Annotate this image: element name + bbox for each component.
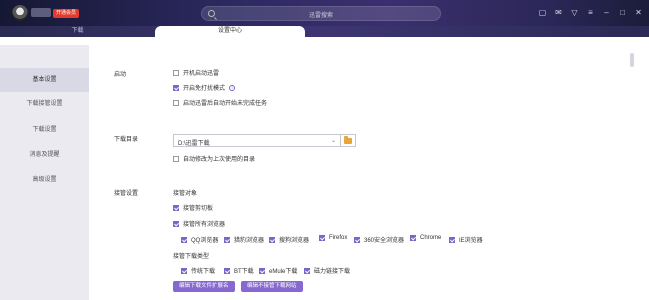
checkbox-label: 搜狗浏览器	[279, 238, 310, 244]
checkbox-browser-ie[interactable]: IE浏览器	[449, 235, 483, 244]
section-takeover-label: 接管设置	[114, 191, 139, 197]
download-dir-select[interactable]: D:\迅雷下载 ⌄	[173, 134, 341, 147]
checkbox-label: Firefox	[329, 235, 348, 241]
section-download-dir-label: 下载目录	[114, 137, 139, 143]
checkbox-box[interactable]	[410, 235, 416, 241]
takeover-targets-heading: 接管对象	[173, 191, 198, 197]
checkbox-box[interactable]	[259, 267, 265, 274]
checkbox-browser-qq[interactable]: QQ浏览器	[181, 235, 218, 244]
checkbox-box[interactable]	[173, 99, 179, 106]
checkbox-box[interactable]	[269, 236, 275, 243]
checkbox-label: 磁力链接下载	[314, 269, 351, 275]
sidebar-item-takeover[interactable]: 下载接管设置	[0, 92, 89, 116]
settings-content: 启动 开机启动迅雷 开启免打扰模式 i 启动迅雷后自动开始未完成任务 下载目录 …	[89, 37, 637, 300]
checkbox-browser-sogou[interactable]: 搜狗浏览器	[269, 235, 309, 244]
checkbox-label: eMule下载	[269, 269, 298, 275]
checkbox-label: 启动迅雷后自动开始未完成任务	[183, 101, 268, 107]
download-dir-value: D:\迅雷下载	[178, 141, 210, 147]
checkbox-type-emule[interactable]: eMule下载	[259, 266, 297, 275]
section-startup-label: 启动	[114, 72, 127, 78]
scrollbar[interactable]	[630, 43, 634, 293]
tab-settings[interactable]: 设置中心	[155, 26, 305, 37]
checkbox-browser-liebao[interactable]: 猎豹浏览器	[224, 235, 264, 244]
checkbox-box[interactable]	[173, 84, 179, 91]
checkbox-autostart[interactable]: 开机启动迅雷	[173, 68, 219, 77]
checkbox-browser-firefox[interactable]: Firefox	[319, 235, 347, 241]
edit-extensions-button[interactable]: 编辑下载文件扩展名	[173, 281, 235, 292]
checkbox-use-last-dir[interactable]: 自动修改为上次使用的目录	[173, 154, 255, 163]
title-bar: 开通会员 迅雷搜索 ▢ ✉ ▽ ≡ – □ ✕	[0, 0, 649, 26]
window-controls: ▢ ✉ ▽ ≡ – □ ✕	[538, 8, 643, 17]
settings-icon[interactable]: ▽	[570, 8, 579, 17]
checkbox-browser-chrome[interactable]: Chrome	[410, 235, 441, 241]
checkbox-box[interactable]	[173, 69, 179, 76]
checkbox-type-normal[interactable]: 传统下载	[181, 266, 215, 275]
minimize-icon[interactable]: –	[602, 8, 611, 17]
skin-icon[interactable]: ▢	[538, 8, 547, 17]
checkbox-box[interactable]	[449, 236, 455, 243]
close-icon[interactable]: ✕	[634, 8, 643, 17]
checkbox-box[interactable]	[224, 236, 230, 243]
sidebar-item-download[interactable]: 下载设置	[0, 118, 89, 142]
checkbox-label: 自动修改为上次使用的目录	[183, 157, 256, 163]
checkbox-label: 开启免打扰模式	[183, 86, 226, 92]
checkbox-all-browsers[interactable]: 接管所有浏览器	[173, 219, 225, 228]
menu-icon[interactable]: ≡	[586, 8, 595, 17]
checkbox-label: Chrome	[420, 235, 442, 241]
checkbox-box[interactable]	[173, 220, 179, 227]
vip-badge[interactable]: 开通会员	[53, 9, 80, 18]
checkbox-auto-resume[interactable]: 启动迅雷后自动开始未完成任务	[173, 98, 267, 107]
checkbox-box[interactable]	[181, 267, 187, 274]
user-name[interactable]	[31, 8, 51, 17]
message-icon[interactable]: ✉	[554, 8, 563, 17]
chevron-down-icon[interactable]: ⌄	[331, 137, 336, 144]
checkbox-type-bt[interactable]: BT下载	[224, 266, 254, 275]
sidebar-item-basic[interactable]: 基本设置	[0, 68, 89, 92]
checkbox-do-not-disturb[interactable]: 开启免打扰模式 i	[173, 83, 236, 92]
edit-no-takeover-sites-button[interactable]: 编辑不接管下载网站	[241, 281, 303, 292]
browse-folder-button[interactable]	[341, 134, 356, 147]
checkbox-label: 开机启动迅雷	[183, 71, 220, 77]
sidebar-item-advanced[interactable]: 高级设置	[0, 168, 89, 192]
folder-icon	[344, 136, 352, 144]
checkbox-box[interactable]	[173, 155, 179, 162]
checkbox-label: 接管所有浏览器	[183, 222, 226, 228]
checkbox-type-magnet[interactable]: 磁力链接下载	[304, 266, 350, 275]
checkbox-label: 接管剪切板	[183, 206, 214, 212]
checkbox-clipboard[interactable]: 接管剪切板	[173, 203, 213, 212]
sidebar-item-notifications[interactable]: 消息及提醒	[0, 143, 89, 167]
checkbox-label: 360安全浏览器	[364, 238, 405, 244]
checkbox-box[interactable]	[354, 236, 360, 243]
checkbox-browser-360[interactable]: 360安全浏览器	[354, 235, 404, 244]
checkbox-label: 猎豹浏览器	[234, 238, 265, 244]
settings-sidebar: 基本设置 下载接管设置 下载设置 消息及提醒 高级设置	[0, 45, 89, 300]
checkbox-label: QQ浏览器	[191, 238, 219, 244]
checkbox-box[interactable]	[304, 267, 310, 274]
info-icon[interactable]: i	[229, 84, 236, 91]
checkbox-label: IE浏览器	[459, 238, 483, 244]
checkbox-box[interactable]	[173, 204, 179, 211]
search-placeholder: 迅雷搜索	[308, 13, 333, 19]
scrollbar-thumb[interactable]	[630, 53, 634, 67]
checkbox-box[interactable]	[181, 236, 187, 243]
checkbox-label: 传统下载	[191, 269, 216, 275]
checkbox-label: BT下载	[234, 269, 254, 275]
tab-bar: 下载 设置中心	[0, 26, 649, 37]
avatar[interactable]	[12, 5, 28, 21]
checkbox-box[interactable]	[319, 235, 325, 241]
settings-panel: 基本设置 下载接管设置 下载设置 消息及提醒 高级设置 启动 开机启动迅雷 开启…	[0, 37, 649, 300]
checkbox-box[interactable]	[224, 267, 230, 274]
tab-download[interactable]: 下载	[0, 26, 155, 37]
maximize-icon[interactable]: □	[618, 8, 627, 17]
takeover-types-heading: 接管下载类型	[173, 254, 210, 260]
search-input[interactable]: 迅雷搜索	[201, 6, 441, 21]
